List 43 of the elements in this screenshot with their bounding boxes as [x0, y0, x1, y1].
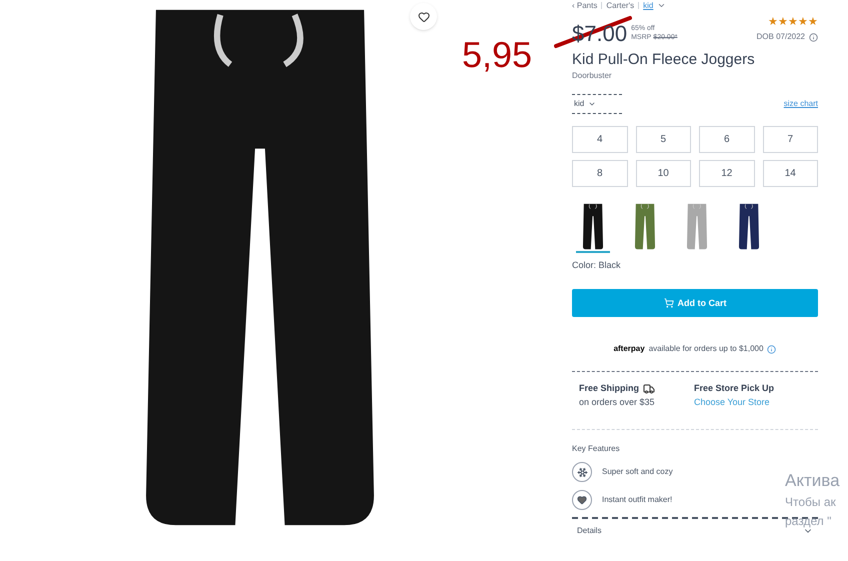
cart-icon: [664, 298, 674, 308]
star-icon: ★: [778, 17, 788, 28]
size-chart-link[interactable]: size chart: [784, 98, 818, 110]
breadcrumb-link[interactable]: kid: [643, 2, 654, 10]
size-option[interactable]: 4: [572, 126, 628, 153]
favorite-heart-button[interactable]: [410, 3, 437, 30]
size-option[interactable]: 6: [699, 126, 754, 153]
color-label: Color: Black: [572, 258, 622, 272]
size-option[interactable]: 14: [762, 160, 818, 187]
product-title: Kid Pull-On Fleece Joggers: [572, 51, 756, 70]
afterpay-text: available for orders up to $1,000: [648, 343, 764, 356]
info-icon: [809, 32, 818, 42]
feature-text: Super soft and cozy: [602, 466, 673, 478]
breadcrumb-item[interactable]: ‹ Pants: [572, 2, 598, 10]
heart-icon: [418, 10, 430, 22]
size-option[interactable]: 5: [636, 126, 691, 153]
size-option[interactable]: 8: [572, 160, 628, 187]
free-shipping-title: Free Shipping: [579, 382, 640, 396]
size-option[interactable]: 12: [699, 160, 754, 187]
free-shipping-note: on orders over $35: [579, 396, 656, 409]
activation-notice-text: Чтобы ак: [785, 495, 837, 510]
activation-notice-text: Актива: [785, 470, 840, 492]
info-icon: [767, 344, 776, 354]
breadcrumb-item[interactable]: Carter's: [606, 2, 634, 10]
product-subtitle: Doorbuster: [572, 70, 613, 82]
snowflake-icon: [572, 462, 592, 482]
star-icon: ★: [768, 17, 778, 28]
truck-icon: [643, 383, 656, 395]
star-icon: ★: [788, 17, 798, 28]
star-icon: ★: [798, 17, 808, 28]
activation-notice-text: раздел ": [785, 514, 832, 530]
feature-text: Instant outfit maker!: [602, 494, 672, 506]
details-label: Details: [577, 525, 602, 538]
dob-label: DOB 07/2022: [756, 31, 805, 43]
handwritten-price: 5,95: [462, 34, 532, 75]
chevron-icon: [657, 1, 666, 10]
store-pickup-title: Free Store Pick Up: [694, 382, 774, 396]
key-features-title: Key Features: [572, 443, 621, 456]
size-option[interactable]: 7: [762, 126, 818, 153]
size-option[interactable]: 10: [636, 160, 691, 187]
star-icon: ★: [808, 17, 818, 28]
size-type-dropdown[interactable]: kid: [572, 94, 622, 114]
afterpay-logo: afterpay: [614, 343, 645, 356]
